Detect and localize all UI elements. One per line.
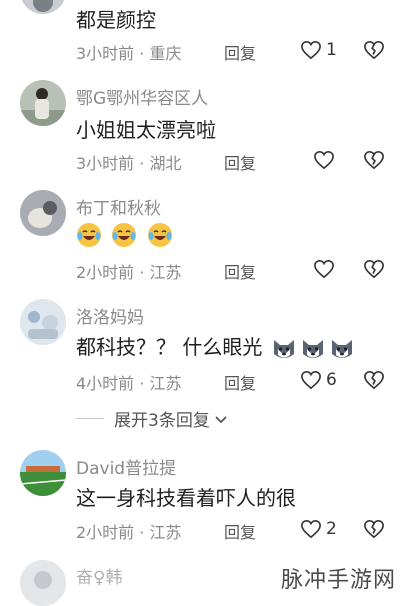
- avatar[interactable]: [20, 80, 66, 126]
- heart-icon: [301, 370, 321, 390]
- username[interactable]: 鄂G鄂州华容区人: [76, 84, 208, 109]
- like-count: 2: [326, 519, 337, 539]
- dislike-button[interactable]: [363, 150, 385, 174]
- heart-icon: [301, 40, 321, 60]
- avatar[interactable]: [20, 299, 66, 345]
- comment-meta: 3小时前 · 湖北: [76, 154, 182, 173]
- reply-button[interactable]: 回复: [224, 370, 256, 394]
- laugh-cry-icon: [77, 222, 101, 247]
- comment-meta: 4小时前 · 江苏: [76, 374, 182, 393]
- like-button[interactable]: [313, 259, 339, 279]
- comment-emojis: [76, 221, 176, 248]
- dislike-button[interactable]: [363, 370, 385, 394]
- avatar[interactable]: [20, 0, 66, 14]
- heart-icon: [301, 519, 321, 539]
- dislike-button[interactable]: [363, 40, 385, 64]
- comment-text: 小姐姐太漂亮啦: [76, 118, 216, 142]
- comment-meta: 3小时前 · 重庆: [76, 44, 182, 63]
- comment-meta: 2小时前 · 江苏: [76, 263, 182, 282]
- expand-replies-label: 展开3条回复: [114, 411, 210, 431]
- broken-heart-icon: [364, 370, 384, 390]
- heart-icon: [314, 259, 334, 279]
- reply-button[interactable]: 回复: [224, 40, 256, 64]
- like-count: 6: [326, 370, 337, 390]
- broken-heart-icon: [364, 519, 384, 539]
- divider: [76, 418, 104, 419]
- avatar[interactable]: [20, 190, 66, 236]
- broken-heart-icon: [364, 40, 384, 60]
- watermark: 脉冲手游网: [280, 568, 396, 593]
- like-button[interactable]: 2: [300, 519, 337, 539]
- dislike-button[interactable]: [363, 259, 385, 283]
- comment-text: 都是颜控: [76, 8, 156, 32]
- avatar[interactable]: [20, 450, 66, 496]
- broken-heart-icon: [364, 259, 384, 279]
- dislike-button[interactable]: [363, 519, 385, 543]
- username[interactable]: David普拉提: [76, 454, 176, 479]
- like-button[interactable]: [313, 150, 339, 170]
- comment-text: 都科技？？ 什么眼光: [76, 331, 358, 362]
- reply-button[interactable]: 回复: [224, 519, 256, 543]
- heart-icon: [314, 150, 334, 170]
- comment-text: 这一身科技看着吓人的很: [76, 486, 296, 510]
- husky-icon: [331, 339, 352, 358]
- broken-heart-icon: [364, 150, 384, 170]
- like-button[interactable]: 6: [300, 370, 337, 390]
- laugh-cry-icon: [147, 222, 172, 247]
- chevron-down-icon: [215, 415, 227, 423]
- like-button[interactable]: 1: [300, 40, 337, 60]
- avatar[interactable]: [20, 560, 66, 606]
- username[interactable]: 奋♀韩: [76, 563, 122, 588]
- reply-button[interactable]: 回复: [224, 259, 256, 283]
- comment-meta: 2小时前 · 江苏: [76, 523, 182, 542]
- expand-replies-button[interactable]: 展开3条回复: [76, 406, 229, 431]
- username[interactable]: 布丁和秋秋: [76, 194, 161, 219]
- username[interactable]: 洛洛妈妈: [76, 303, 144, 328]
- reply-button[interactable]: 回复: [224, 150, 256, 174]
- husky-icon: [273, 339, 294, 358]
- like-count: 1: [326, 40, 337, 60]
- husky-icon: [302, 339, 323, 358]
- laugh-cry-icon: [112, 222, 137, 247]
